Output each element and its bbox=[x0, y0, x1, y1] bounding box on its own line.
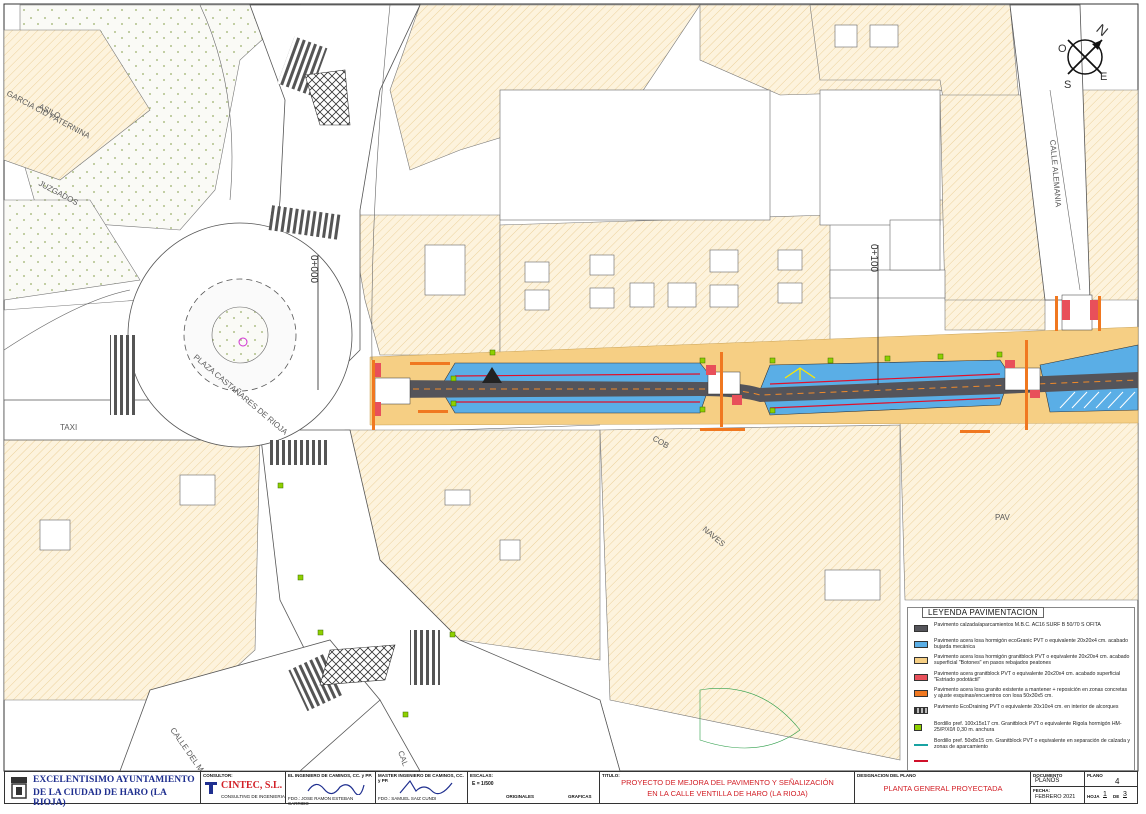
legend-item: Bordillo pref. 100x15x17 cm. Granitblock… bbox=[914, 721, 1132, 739]
org-line1: EXCELENTISIMO AYUNTAMIENTO bbox=[33, 775, 195, 785]
cross-hatched-island bbox=[319, 644, 396, 686]
project-title-cell: TITULO: PROYECTO DE MEJORA DEL PAVIMENTO… bbox=[600, 772, 855, 803]
zebra-crossing bbox=[410, 630, 440, 685]
consultor-name: CINTEC, S.L. bbox=[221, 780, 283, 791]
legend-item: Pavimento EcoDraining PVT o equivalente … bbox=[914, 704, 1132, 722]
document-value: PLANOS bbox=[1035, 778, 1060, 784]
coat-of-arms-icon bbox=[11, 777, 27, 799]
org-cell: EXCELENTISIMO AYUNTAMIENTO DE LA CIUDAD … bbox=[5, 772, 201, 808]
plano-cell: PLANO 4 HOJA 1 DE 3 bbox=[1085, 772, 1137, 803]
signature-icon bbox=[307, 783, 365, 795]
legend-item: Pavimento acera losa hormigón granitbloc… bbox=[914, 654, 1132, 672]
zebra-crossing bbox=[110, 335, 135, 415]
designation-cell: DESIGNACION DEL PLANO PLANTA GENERAL PRO… bbox=[855, 772, 1031, 803]
project-title-line1: PROYECTO DE MEJORA DEL PAVIMENTO Y SEÑAL… bbox=[621, 778, 834, 787]
sheet-total: 3 bbox=[1123, 791, 1127, 798]
street-label-pav: PAV bbox=[995, 513, 1010, 522]
compass-south: S bbox=[1064, 79, 1071, 91]
paving-legend: LEYENDA PAVIMENTACION Pavimento calzada/… bbox=[907, 607, 1135, 771]
scale-value: E = 1/500 bbox=[472, 781, 494, 787]
master-cell: MASTER INGENIERO DE CAMINOS, CC. y PP. F… bbox=[376, 772, 468, 803]
taxi-label: TAXI bbox=[60, 423, 77, 432]
date-value: FEBRERO 2021 bbox=[1035, 794, 1076, 800]
consultor-cell: CONSULTOR: CINTEC, S.L. CONSULTING DE IN… bbox=[201, 772, 286, 803]
compass-west: O bbox=[1058, 43, 1067, 55]
org-line2: DE LA CIUDAD DE HARO (LA RIOJA) bbox=[33, 788, 167, 808]
project-title-line2: EN LA CALLE VENTILLA DE HARO (LA RIOJA) bbox=[647, 789, 808, 798]
engineer-cell: EL INGENIERO DE CAMINOS, CC. y PP. FDO.:… bbox=[286, 772, 376, 806]
legend-title: LEYENDA PAVIMENTACION bbox=[922, 607, 1044, 618]
sheet-number: 1 bbox=[1103, 791, 1107, 798]
legend-item: Pavimento acera losa granito existente a… bbox=[914, 687, 1132, 705]
document-cell: DOCUMENTO PLANOS FECHA: FEBRERO 2021 bbox=[1031, 772, 1085, 803]
title-block: EXCELENTISIMO AYUNTAMIENTO DE LA CIUDAD … bbox=[4, 771, 1138, 808]
compass-east: E bbox=[1100, 71, 1107, 83]
cintec-logo-icon bbox=[205, 782, 217, 794]
plano-number: 4 bbox=[1115, 777, 1120, 786]
chainage-0100: 0+100 bbox=[868, 244, 879, 273]
chainage-0000: 0+000 bbox=[308, 255, 319, 284]
zebra-crossing bbox=[270, 440, 330, 465]
scale-cell: ESCALAS: E = 1/500 ORIGINALES GRAFICAS bbox=[468, 772, 600, 803]
legend-item bbox=[914, 754, 1132, 772]
designation-value: PLANTA GENERAL PROYECTADA bbox=[883, 784, 1003, 793]
signature-icon bbox=[399, 779, 453, 795]
